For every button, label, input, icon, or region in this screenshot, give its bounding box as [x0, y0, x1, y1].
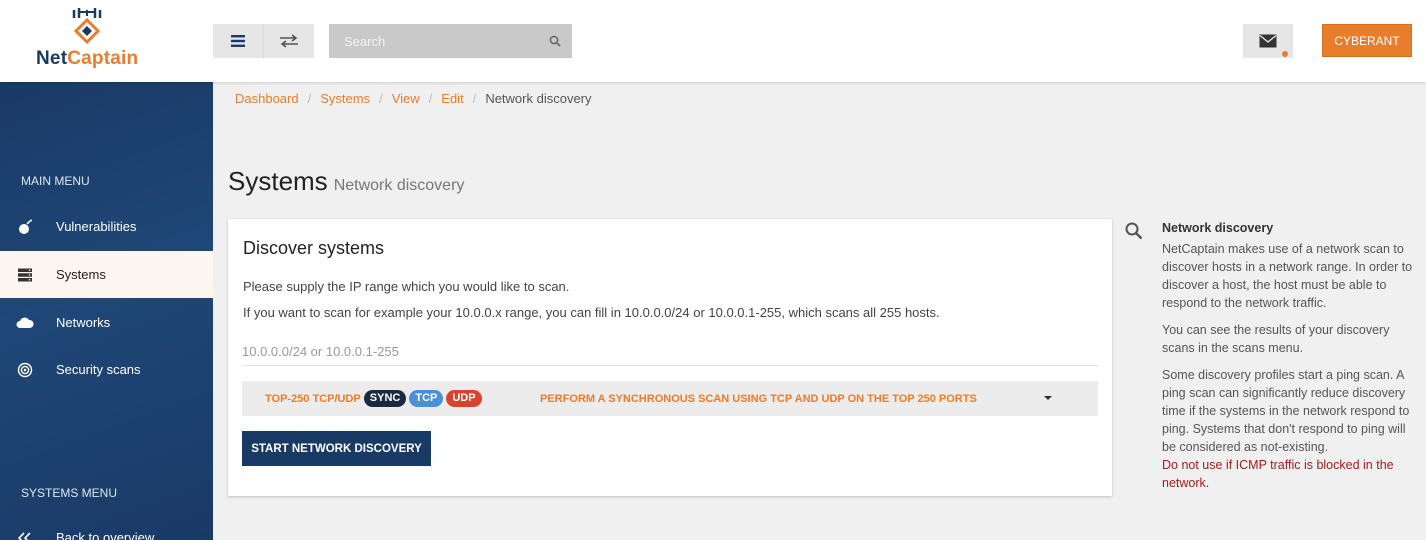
sidebar-item-back-to-overview[interactable]: Back to overview — [0, 514, 213, 540]
page-title-text: Systems — [228, 166, 328, 196]
card-title: Discover systems — [243, 238, 385, 258]
discover-systems-card: Discover systems Please supply the IP ra… — [228, 219, 1112, 496]
help-panel: Network discovery NetCaptain makes use o… — [1162, 219, 1414, 492]
help-paragraph-3: Some discovery profiles start a ping sca… — [1162, 368, 1410, 454]
search-input[interactable] — [329, 24, 538, 58]
menu-toggle-button[interactable] — [213, 24, 263, 58]
ip-range-input[interactable] — [242, 337, 1098, 366]
user-menu-button[interactable]: CYBERANT — [1322, 24, 1412, 57]
sidebar: MAIN MENU Vulnerabilities Systems Networ… — [0, 82, 213, 540]
bomb-icon — [0, 219, 56, 235]
breadcrumb-dashboard[interactable]: Dashboard — [235, 91, 299, 106]
server-icon — [0, 268, 56, 282]
sidebar-item-security-scans[interactable]: Security scans — [0, 346, 213, 393]
logo-mark-icon — [72, 8, 102, 45]
sidebar-item-label: Back to overview — [56, 530, 155, 540]
help-paragraph-1: NetCaptain makes use of a network scan t… — [1162, 242, 1413, 310]
sidebar-item-vulnerabilities[interactable]: Vulnerabilities — [0, 203, 213, 250]
help-paragraph-2: You can see the results of your discover… — [1162, 323, 1390, 355]
breadcrumb-separator: / — [307, 91, 312, 106]
logo-text-captain: Captain — [67, 48, 139, 69]
breadcrumb-separator: / — [472, 91, 477, 106]
main-menu-heading: MAIN MENU — [21, 174, 90, 188]
search-icon — [1125, 222, 1143, 245]
messages-button[interactable] — [1243, 24, 1293, 58]
cloud-icon — [0, 317, 56, 329]
logo-text-net: Net — [36, 48, 68, 69]
badge-sync: SYNC — [363, 390, 407, 407]
sidebar-item-label: Networks — [56, 315, 111, 330]
breadcrumb-view[interactable]: View — [392, 91, 420, 106]
logo-text: NetCaptain — [36, 48, 138, 70]
sidebar-item-systems[interactable]: Systems — [0, 251, 213, 298]
sidebar-item-label: Systems — [56, 267, 106, 282]
card-instructions-line1: Please supply the IP range which you wou… — [243, 279, 570, 294]
search-icon[interactable] — [538, 24, 572, 58]
breadcrumb-systems[interactable]: Systems — [320, 91, 370, 106]
sidebar-item-label: Vulnerabilities — [56, 219, 137, 234]
sidebar-item-label: Security scans — [56, 362, 141, 377]
target-icon — [0, 362, 56, 378]
envelope-icon — [1259, 34, 1277, 48]
scan-profile-select[interactable]: TOP-250 TCP/UDP SYNC TCP UDP PERFORM A S… — [242, 381, 1098, 416]
help-warning: Do not use if ICMP traffic is blocked in… — [1162, 458, 1394, 490]
breadcrumb-separator: / — [379, 91, 383, 106]
page-title: Systems Network discovery — [228, 166, 464, 197]
scan-profile-name: TOP-250 TCP/UDP — [265, 392, 361, 405]
double-chevron-left-icon — [0, 531, 56, 540]
top-header: NetCaptain CYBERANT — [0, 0, 1426, 82]
scan-profile-description: PERFORM A SYNCHRONOUS SCAN USING TCP AND… — [540, 392, 977, 405]
systems-menu-heading: SYSTEMS MENU — [21, 486, 118, 500]
sidebar-item-networks[interactable]: Networks — [0, 299, 213, 346]
start-network-discovery-button[interactable]: START NETWORK DISCOVERY — [242, 431, 431, 466]
notification-dot — [1282, 51, 1288, 57]
swap-button[interactable] — [263, 24, 313, 58]
breadcrumb-separator: / — [428, 91, 433, 106]
breadcrumb: Dashboard / Systems / View / Edit / Netw… — [235, 91, 592, 106]
breadcrumb-current: Network discovery — [485, 91, 592, 106]
help-title: Network discovery — [1162, 221, 1274, 235]
hamburger-icon — [231, 35, 245, 47]
page-subtitle: Network discovery — [333, 177, 465, 194]
badge-udp: UDP — [446, 390, 482, 407]
badge-tcp: TCP — [409, 390, 444, 407]
breadcrumb-edit[interactable]: Edit — [441, 91, 463, 106]
chevron-down-icon — [1044, 396, 1052, 400]
toolbar-group — [213, 24, 314, 58]
search-bar — [329, 24, 572, 58]
card-instructions-line2: If you want to scan for example your 10.… — [243, 305, 940, 320]
swap-arrows-icon — [279, 34, 298, 48]
netcaptain-logo[interactable]: NetCaptain — [34, 8, 144, 72]
